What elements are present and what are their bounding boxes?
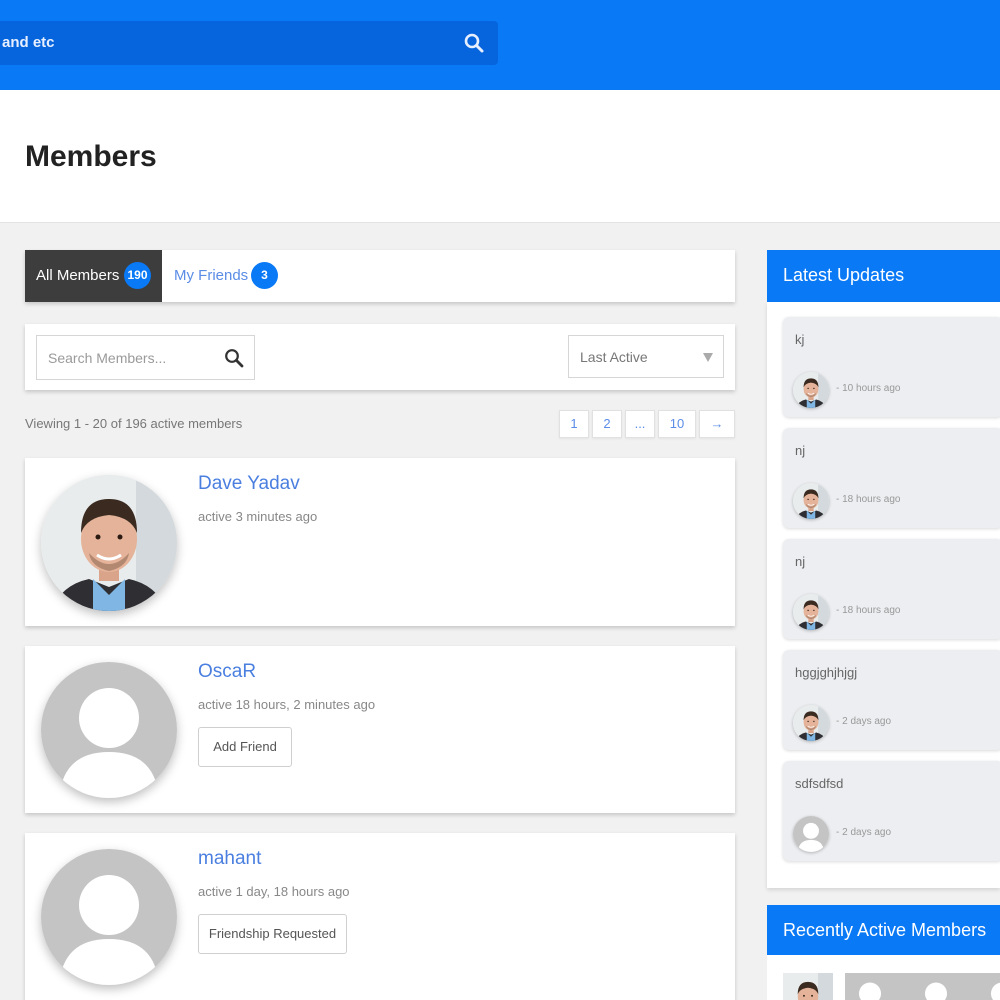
member-card: Dave Yadav active 3 minutes ago: [25, 458, 735, 626]
activity-item[interactable]: nj - 18 hours ago: [783, 428, 1000, 528]
member-filter-bar: Last Active: [25, 324, 735, 390]
avatar[interactable]: [793, 705, 829, 741]
member-search-box: [36, 335, 255, 380]
widget-title: Latest Updates: [783, 265, 905, 285]
avatar[interactable]: [783, 973, 833, 1000]
activity-text: nj: [795, 443, 806, 458]
page-ellipsis: ...: [625, 410, 655, 438]
member-card: OscaR active 18 hours, 2 minutes ago Add…: [25, 646, 735, 813]
avatar[interactable]: [845, 973, 895, 1000]
top-navbar: and etc: [0, 0, 1000, 90]
activity-text: nj: [795, 554, 806, 569]
tab-all-members[interactable]: All Members 190: [25, 250, 162, 302]
add-friend-button[interactable]: Add Friend: [198, 727, 292, 767]
member-tabs: All Members 190 My Friends 3: [25, 250, 735, 302]
activity-time: - 10 hours ago: [836, 383, 901, 394]
avatar[interactable]: [911, 973, 961, 1000]
page-2-link[interactable]: 2: [592, 410, 622, 438]
avatar-group: [845, 973, 1000, 1000]
next-page-link[interactable]: →: [699, 410, 735, 438]
member-last-active: active 18 hours, 2 minutes ago: [198, 697, 376, 712]
avatar[interactable]: [793, 594, 829, 630]
activity-time: - 2 days ago: [836, 827, 892, 838]
site-search-bar[interactable]: and etc: [0, 21, 498, 65]
activity-time: - 2 days ago: [836, 716, 892, 727]
dropdown-arrow-icon: [703, 353, 713, 362]
order-by-select[interactable]: Last Active: [568, 335, 724, 378]
page-1-link[interactable]: 1: [559, 410, 589, 438]
member-name-link[interactable]: mahant: [198, 848, 261, 870]
order-by-value: Last Active: [580, 349, 648, 365]
avatar[interactable]: [793, 816, 829, 852]
page-header: Members: [0, 90, 1000, 223]
activity-text: hggjghjhjgj: [795, 665, 858, 680]
page-title: Members: [25, 140, 157, 173]
avatar[interactable]: [977, 973, 1000, 1000]
latest-updates-widget: kj - 10 hours ago nj - 18 hours ago nj -…: [767, 302, 1000, 888]
count-badge: 190: [124, 262, 151, 289]
member-name-link[interactable]: Dave Yadav: [198, 473, 300, 495]
widget-title: Recently Active Members: [783, 920, 987, 940]
tab-label: All Members: [36, 267, 120, 284]
latest-updates-header: Latest Updates: [767, 250, 1000, 302]
search-icon[interactable]: [223, 347, 245, 369]
count-badge: 3: [251, 262, 278, 289]
member-search-input[interactable]: [37, 336, 217, 379]
avatar[interactable]: [793, 372, 829, 408]
tab-label: My Friends: [174, 267, 249, 284]
member-last-active: active 1 day, 18 hours ago: [198, 884, 350, 899]
search-icon[interactable]: [462, 31, 486, 55]
member-card: mahant active 1 day, 18 hours ago Friend…: [25, 833, 735, 1000]
activity-time: - 18 hours ago: [836, 494, 901, 505]
friendship-requested-button[interactable]: Friendship Requested: [198, 914, 347, 954]
tab-my-friends[interactable]: My Friends 3: [162, 250, 322, 302]
member-last-active: active 3 minutes ago: [198, 509, 318, 524]
activity-time: - 18 hours ago: [836, 605, 901, 616]
avatar[interactable]: [41, 475, 177, 611]
activity-item[interactable]: kj - 10 hours ago: [783, 317, 1000, 417]
activity-text: kj: [795, 332, 805, 347]
activity-item[interactable]: nj - 18 hours ago: [783, 539, 1000, 639]
site-search-text: and etc: [2, 34, 55, 51]
activity-item[interactable]: hggjghjhjgj - 2 days ago: [783, 650, 1000, 750]
avatar[interactable]: [793, 483, 829, 519]
recently-active-widget: [767, 955, 1000, 1000]
recently-active-header: Recently Active Members: [767, 905, 1000, 957]
member-name-link[interactable]: OscaR: [198, 661, 256, 683]
avatar[interactable]: [41, 849, 177, 985]
activity-item[interactable]: sdfsdfsd - 2 days ago: [783, 761, 1000, 861]
member-count-text: Viewing 1 - 20 of 196 active members: [25, 416, 243, 431]
page-10-link[interactable]: 10: [658, 410, 696, 438]
avatar[interactable]: [41, 662, 177, 798]
activity-text: sdfsdfsd: [795, 776, 844, 791]
